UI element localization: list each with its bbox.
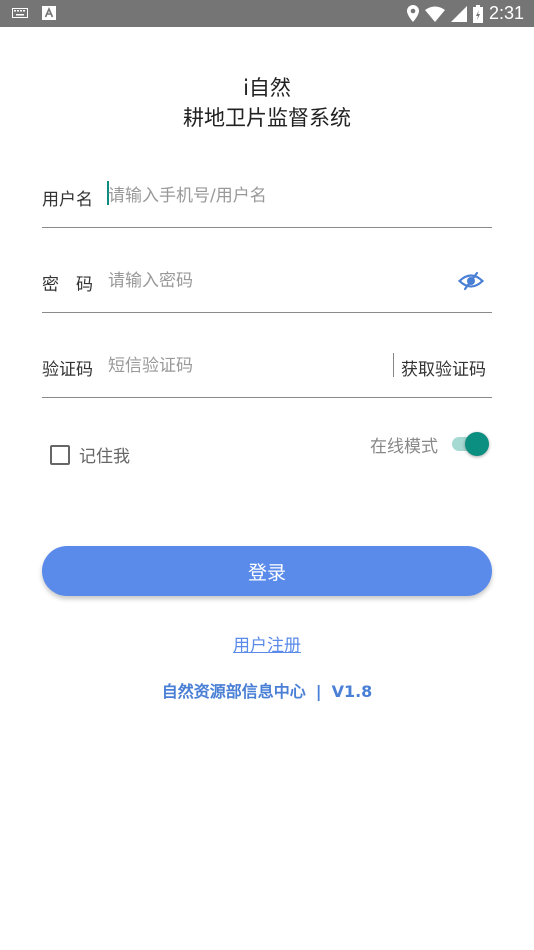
- eye-off-icon[interactable]: [458, 269, 484, 293]
- register-link[interactable]: 用户注册: [0, 631, 534, 656]
- get-code-button[interactable]: 获取验证码: [401, 355, 486, 380]
- captcha-row: 验证码 获取验证码: [42, 338, 492, 398]
- password-row: 密 码: [42, 253, 492, 313]
- footer: 自然资源部信息中心 | V1.8: [0, 678, 534, 702]
- captcha-input[interactable]: [108, 352, 378, 380]
- username-input[interactable]: [108, 182, 428, 210]
- keyboard-icon: [12, 8, 28, 18]
- status-bar: 2:31: [0, 0, 534, 27]
- online-mode-label: 在线模式: [370, 437, 438, 457]
- battery-icon: [472, 4, 483, 23]
- password-input[interactable]: [108, 267, 428, 295]
- online-mode-toggle[interactable]: [450, 432, 490, 456]
- captcha-divider: [393, 353, 394, 377]
- captcha-label: 验证码: [42, 360, 93, 380]
- footer-org: 自然资源部信息中心: [161, 682, 306, 701]
- remember-me[interactable]: 记住我: [50, 442, 130, 467]
- signal-icon: [450, 5, 467, 22]
- status-bar-right: 2:31: [406, 3, 524, 24]
- wifi-icon: [424, 6, 445, 22]
- app-title: i自然: [243, 76, 291, 100]
- status-bar-left: [12, 6, 56, 20]
- app-subtitle: 耕地卫片监督系统: [183, 106, 351, 130]
- footer-version: V1.8: [331, 682, 373, 701]
- remember-checkbox[interactable]: [50, 444, 70, 465]
- status-time: 2:31: [488, 3, 524, 23]
- footer-separator: |: [315, 682, 322, 701]
- remember-label: 记住我: [79, 447, 130, 467]
- username-label: 用户名: [42, 190, 93, 210]
- a-notification-icon: [42, 6, 56, 20]
- location-icon: [406, 5, 419, 22]
- login-button[interactable]: 登录: [42, 546, 492, 596]
- username-row: 用户名: [42, 168, 492, 228]
- password-label: 密 码: [42, 275, 93, 295]
- toggle-knob: [465, 432, 489, 456]
